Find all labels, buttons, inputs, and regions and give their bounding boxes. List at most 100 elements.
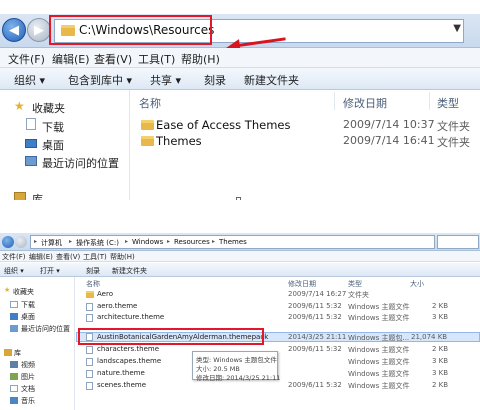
table-row[interactable]: Aero 2009/7/14 16:27 文件夹 — [76, 290, 480, 300]
chevron-right-icon[interactable]: ▸ — [125, 238, 128, 245]
pictures-icon — [10, 373, 18, 380]
chevron-right-icon[interactable]: ▸ — [34, 238, 37, 245]
file-date: 2009/6/11 5:32 — [288, 345, 342, 353]
table-row[interactable]: aero.theme 2009/6/11 5:32 Windows 主题文件 2… — [76, 302, 480, 312]
breadcrumb-computer[interactable]: 计算机 — [41, 238, 62, 248]
column-name[interactable]: 名称 — [86, 279, 100, 289]
nav-library[interactable]: 库 — [14, 348, 21, 358]
organize-button[interactable]: 组织 ▾ — [4, 266, 24, 276]
table-row[interactable]: characters.theme 2009/6/11 5:32 Windows … — [76, 345, 480, 355]
back-button[interactable]: ◀ — [2, 18, 26, 42]
nav-desktop[interactable]: 桌面 — [21, 312, 35, 322]
nav-favorites[interactable]: 收藏夹 — [13, 287, 34, 297]
chevron-right-icon[interactable]: ▸ — [69, 238, 72, 245]
menu-tools[interactable]: 工具(T) — [138, 51, 175, 67]
new-folder-button[interactable]: 新建文件夹 — [244, 72, 299, 88]
new-folder-button[interactable]: 新建文件夹 — [112, 266, 147, 276]
menu-file[interactable]: 文件(F) — [2, 252, 26, 262]
back-button[interactable] — [2, 236, 14, 248]
table-row[interactable]: Themes 2009/7/14 16:41 文件夹 — [131, 133, 480, 149]
column-date[interactable]: 修改日期 — [288, 279, 316, 289]
theme-file-icon — [86, 346, 93, 354]
column-type[interactable]: 类型 — [348, 279, 362, 289]
nav-download[interactable]: 下载 — [42, 119, 64, 135]
file-type: 文件夹 — [437, 120, 470, 133]
file-name: architecture.theme — [97, 313, 165, 321]
nav-library[interactable]: 库 — [32, 191, 43, 200]
share-button[interactable]: 共享 ▾ — [150, 72, 181, 88]
forward-button[interactable] — [15, 236, 27, 248]
file-date: 2009/7/14 10:37 — [343, 118, 435, 131]
burn-button[interactable]: 刻录 — [204, 72, 226, 88]
breadcrumb-themes[interactable]: Themes — [219, 238, 247, 246]
file-date: 2014/3/25 21:11 — [288, 333, 347, 341]
menu-view[interactable]: 查看(V) — [94, 51, 132, 67]
chevron-down-icon[interactable]: ▼ — [453, 23, 461, 34]
file-type: Windows 主题文件 — [348, 346, 410, 354]
column-name[interactable]: 名称 — [139, 95, 161, 111]
file-date: 2009/6/11 5:32 — [288, 302, 342, 310]
forward-button[interactable]: ▶ — [27, 18, 51, 42]
download-icon — [10, 301, 18, 308]
nav-music[interactable]: 音乐 — [21, 396, 35, 406]
chevron-right-icon[interactable]: ▸ — [167, 238, 170, 245]
menu-help[interactable]: 帮助(H) — [181, 51, 220, 67]
breadcrumb-resources[interactable]: Resources — [174, 238, 210, 246]
nav-recent[interactable]: 最近访问的位置 — [21, 324, 70, 334]
include-in-library-button[interactable]: 包含到库中 ▾ — [68, 72, 132, 88]
table-row[interactable]: scenes.theme 2009/6/11 5:32 Windows 主题文件… — [76, 381, 480, 391]
breadcrumb-windows[interactable]: Windows — [132, 238, 163, 246]
file-tooltip: 类型: Windows 主题包文件 大小: 20.5 MB 修改日期: 2014… — [192, 351, 280, 382]
file-name: landscapes.theme — [97, 357, 162, 365]
file-date: 2009/7/14 16:27 — [288, 290, 347, 298]
menu-edit[interactable]: 编辑(E) — [29, 252, 53, 262]
download-icon — [26, 118, 36, 130]
file-type: Windows 主题文件 — [348, 370, 410, 378]
command-bar: 组织 ▾ 包含到库中 ▾ 共享 ▾ 刻录 新建文件夹 — [0, 68, 480, 90]
file-size: 2 KB — [432, 302, 449, 310]
organize-button[interactable]: 组织 ▾ — [14, 72, 45, 88]
breadcrumb-drive[interactable]: 操作系统 (C:) — [76, 238, 119, 248]
file-type: Windows 主题文件 — [348, 358, 410, 366]
file-date: 2009/6/11 5:32 — [288, 381, 342, 389]
file-name: Ease of Access Themes — [156, 118, 291, 132]
file-size: 3 KB — [432, 357, 449, 365]
open-button[interactable]: 打开 ▾ — [40, 266, 60, 276]
file-size: 21,074 KB — [411, 333, 448, 341]
theme-file-icon — [86, 303, 93, 311]
file-type: Windows 主题包... — [348, 334, 410, 342]
table-row[interactable]: Ease of Access Themes 2009/7/14 10:37 文件… — [131, 117, 480, 133]
menu-help[interactable]: 帮助(H) — [110, 252, 135, 262]
column-date[interactable]: 修改日期 — [343, 95, 387, 111]
search-input[interactable] — [437, 235, 479, 249]
column-divider[interactable] — [334, 92, 335, 110]
video-icon — [10, 361, 18, 368]
menu-tools[interactable]: 工具(T) — [83, 252, 107, 262]
recent-places-icon — [10, 325, 18, 332]
nav-video[interactable]: 视频 — [21, 360, 35, 370]
chevron-right-icon[interactable]: ▸ — [212, 238, 215, 245]
column-size[interactable]: 大小 — [410, 279, 424, 289]
menu-bar: 文件(F) 编辑(E) 查看(V) 工具(T) 帮助(H) — [0, 48, 480, 68]
navigation-pane: ★ 收藏夹 下载 桌面 最近访问的位置 库 — [0, 90, 130, 200]
menu-bar: 文件(F) 编辑(E) 查看(V) 工具(T) 帮助(H) — [0, 251, 480, 262]
menu-view[interactable]: 查看(V) — [56, 252, 80, 262]
burn-button[interactable]: 刻录 — [86, 266, 100, 276]
table-row[interactable]: landscapes.theme Windows 主题文件 3 KB — [76, 357, 480, 367]
address-toolbar: ▸ 计算机 ▸ 操作系统 (C:) ▸ Windows ▸ Resources … — [0, 233, 480, 251]
library-icon — [14, 192, 26, 200]
table-row[interactable]: architecture.theme 2009/6/11 5:32 Window… — [76, 313, 480, 323]
nav-pictures[interactable]: 图片 — [21, 372, 35, 382]
column-type[interactable]: 类型 — [437, 95, 459, 111]
menu-edit[interactable]: 编辑(E) — [52, 51, 90, 67]
column-divider[interactable] — [429, 92, 430, 110]
nav-favorites[interactable]: 收藏夹 — [32, 100, 65, 116]
star-icon: ★ — [14, 99, 25, 113]
menu-file[interactable]: 文件(F) — [8, 51, 45, 67]
address-bar[interactable]: ▸ 计算机 ▸ 操作系统 (C:) ▸ Windows ▸ Resources … — [30, 235, 435, 249]
nav-recent[interactable]: 最近访问的位置 — [42, 155, 119, 171]
nav-download[interactable]: 下载 — [21, 300, 35, 310]
nav-documents[interactable]: 文档 — [21, 384, 35, 394]
nav-desktop[interactable]: 桌面 — [42, 137, 64, 153]
folder-icon — [141, 120, 154, 130]
